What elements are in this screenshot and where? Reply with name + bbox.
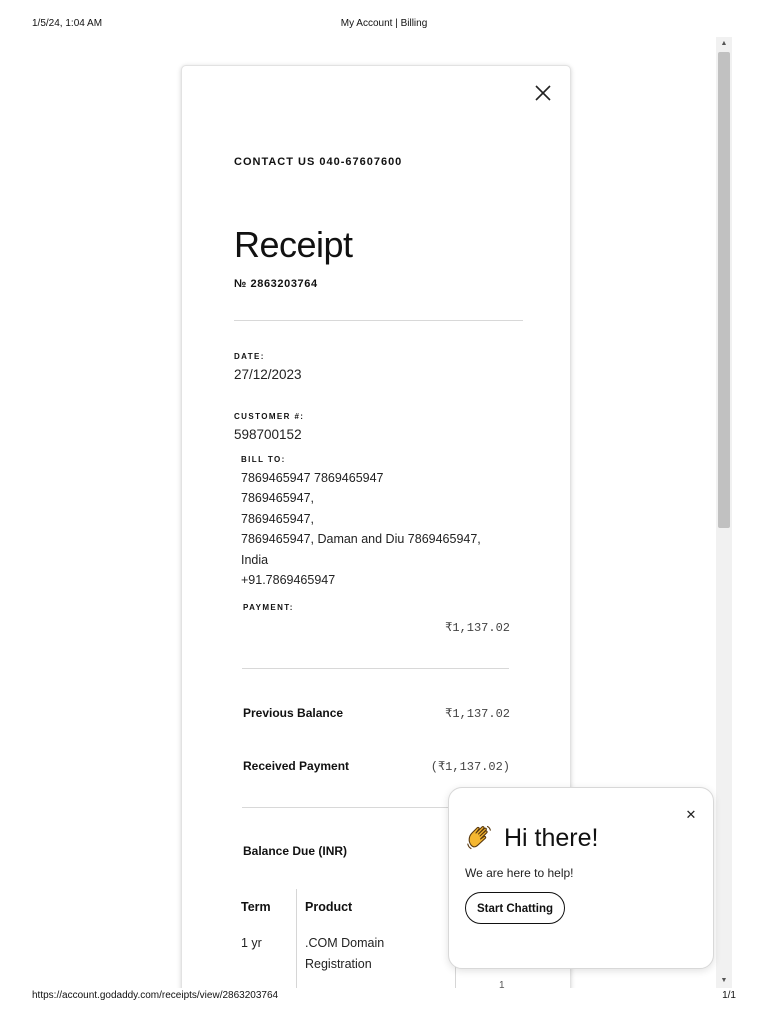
print-header: 1/5/24, 1:04 AM My Account | Billing — [32, 18, 736, 32]
bill-to-line: India — [241, 553, 269, 567]
balance-due-label: Balance Due (INR) — [243, 844, 348, 858]
scroll-up-arrow-icon[interactable]: ▲ — [716, 37, 732, 51]
receipt-number: № 2863203764 — [234, 278, 318, 290]
table-cell-qty: 1 — [499, 980, 505, 988]
divider — [242, 668, 509, 669]
scroll-down-arrow-icon[interactable]: ▼ — [716, 974, 732, 988]
bill-to-line: 7869465947 7869465947 — [241, 471, 384, 485]
table-header-term: Term — [241, 900, 271, 914]
page-title: Receipt — [234, 224, 353, 265]
contact-phone: CONTACT US 040-67607600 — [234, 156, 403, 168]
page-count: 1/1 — [722, 990, 736, 1001]
previous-balance-value: ₹1,137.02 — [445, 707, 510, 721]
customer-number: 598700152 — [234, 427, 302, 442]
table-column-divider — [455, 966, 456, 988]
divider — [234, 320, 523, 321]
customer-label: CUSTOMER #: — [234, 412, 305, 421]
received-payment-value: (₹1,137.02) — [430, 760, 510, 774]
date-value: 27/12/2023 — [234, 367, 302, 382]
print-footer: https://account.godaddy.com/receipts/vie… — [32, 990, 736, 1004]
table-header-product: Product — [305, 900, 353, 914]
table-column-divider — [296, 889, 297, 988]
start-chatting-button[interactable]: Start Chatting — [465, 892, 565, 924]
vertical-scrollbar[interactable]: ▲ ▼ — [716, 37, 732, 988]
received-payment-label: Received Payment — [243, 759, 350, 773]
table-cell-term: 1 yr — [241, 936, 262, 950]
payment-label: PAYMENT: — [243, 603, 294, 612]
close-icon[interactable] — [532, 82, 554, 104]
chat-subtitle: We are here to help! — [465, 866, 574, 880]
previous-balance-label: Previous Balance — [243, 706, 344, 720]
bill-to-line: +91.7869465947 — [241, 573, 336, 587]
chat-widget: ✕ Hi there! We are here to help! Start C… — [448, 787, 714, 969]
bill-to-label: BILL TO: — [241, 455, 286, 464]
close-icon[interactable]: ✕ — [684, 808, 698, 822]
waving-hand-icon — [467, 825, 491, 850]
bill-to-line: 7869465947, — [241, 512, 314, 526]
payment-amount: ₹1,137.02 — [445, 621, 510, 635]
bill-to-line: 7869465947, Daman and Diu 7869465947, — [241, 532, 481, 546]
page-url: https://account.godaddy.com/receipts/vie… — [32, 990, 279, 1001]
date-label: DATE: — [234, 352, 265, 361]
bill-to-line: 7869465947, — [241, 491, 314, 505]
scrollbar-thumb[interactable] — [718, 52, 730, 528]
table-cell-product: Registration — [305, 957, 372, 971]
table-cell-product: .COM Domain — [305, 936, 385, 950]
chat-greeting: Hi there! — [504, 824, 599, 852]
print-page-title: My Account | Billing — [340, 18, 428, 29]
